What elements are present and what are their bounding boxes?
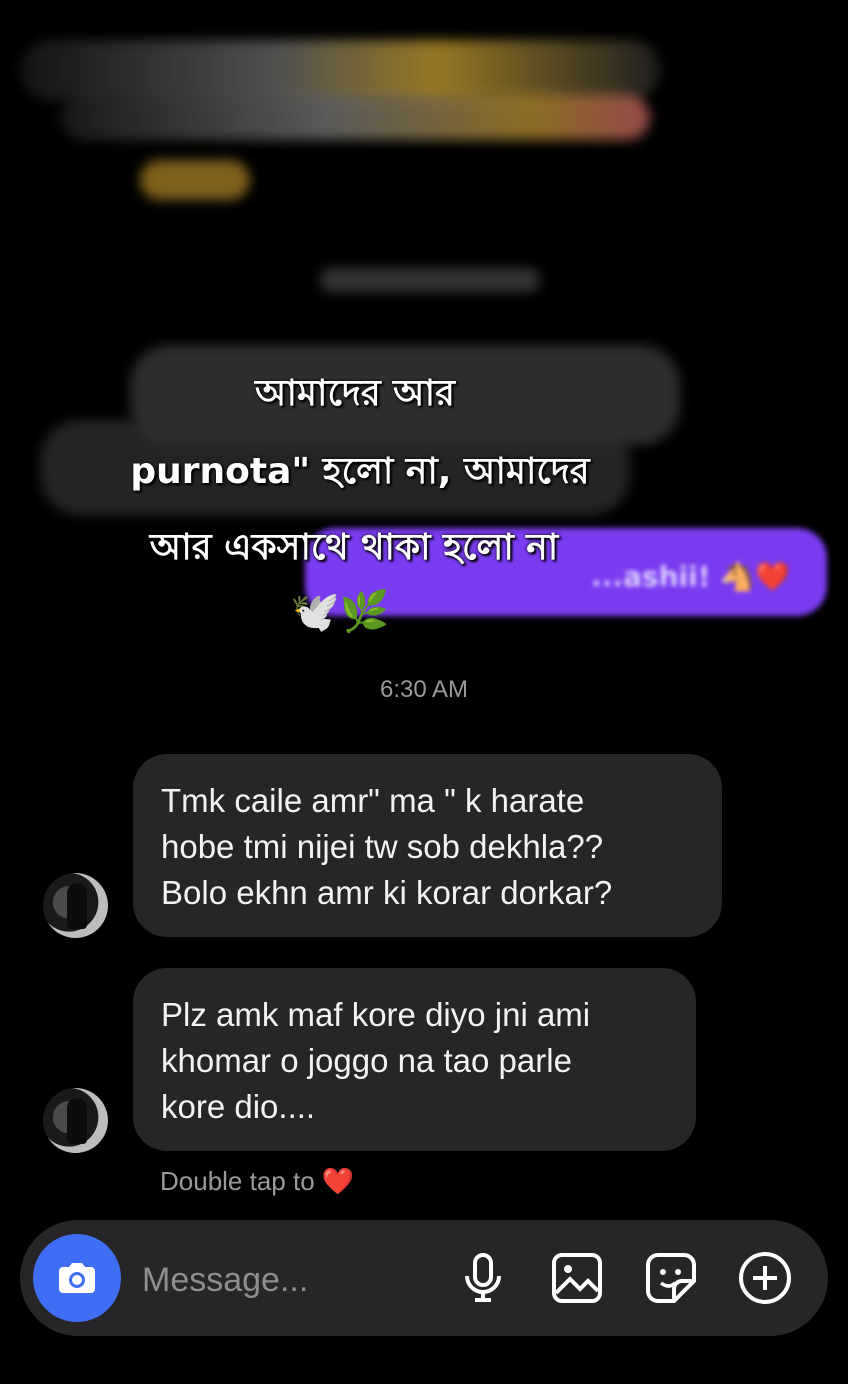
message-bubble[interactable]: Plz amk maf kore diyo jni ami khomar o j… xyxy=(133,968,696,1151)
gallery-icon xyxy=(552,1253,602,1303)
message-text-line: hobe tmi nijei tw sob dekhla?? xyxy=(161,828,604,865)
message-text-line: Tmk caile amr" ma " k harate xyxy=(161,782,585,819)
message-text-line: Bolo ekhn amr ki korar dorkar? xyxy=(161,874,613,911)
heart-emoji: ❤️ xyxy=(321,1166,355,1196)
message-text-line: kore dio.... xyxy=(161,1088,316,1125)
overlay-text-line: purnota" হলো না, আমাদের xyxy=(130,451,590,492)
overlay-emojis: 🕊️🌿 xyxy=(290,589,390,635)
message-text-line: Plz amk maf kore diyo jni ami xyxy=(161,996,591,1033)
message-input[interactable] xyxy=(140,1254,444,1306)
avatar[interactable] xyxy=(43,873,108,938)
add-icon xyxy=(739,1252,791,1304)
gallery-button[interactable] xyxy=(549,1250,605,1306)
camera-icon xyxy=(59,1263,95,1293)
message-bubble[interactable]: Tmk caile amr" ma " k harate hobe tmi ni… xyxy=(133,754,722,937)
hint-text: Double tap to xyxy=(160,1166,315,1196)
overlay-text-line: আমাদের আর xyxy=(255,373,455,414)
blurred-header-bar xyxy=(60,95,650,140)
microphone-button[interactable] xyxy=(455,1250,511,1306)
camera-button[interactable] xyxy=(33,1234,121,1322)
blurred-header-bar xyxy=(140,160,250,200)
blurred-header-bar xyxy=(320,268,540,292)
sticker-button[interactable] xyxy=(643,1250,699,1306)
double-tap-hint: Double tap to ❤️ xyxy=(160,1166,354,1197)
overlay-text-line: আর একসাথে থাকা হলো না xyxy=(149,527,559,568)
avatar[interactable] xyxy=(43,1088,108,1153)
sticker-icon xyxy=(646,1253,696,1303)
blurred-header-bar xyxy=(20,40,660,100)
message-timestamp: 6:30 AM xyxy=(379,676,469,703)
microphone-icon xyxy=(465,1253,501,1302)
add-button[interactable] xyxy=(737,1250,793,1306)
message-text-line: khomar o joggo na tao parle xyxy=(161,1042,572,1079)
